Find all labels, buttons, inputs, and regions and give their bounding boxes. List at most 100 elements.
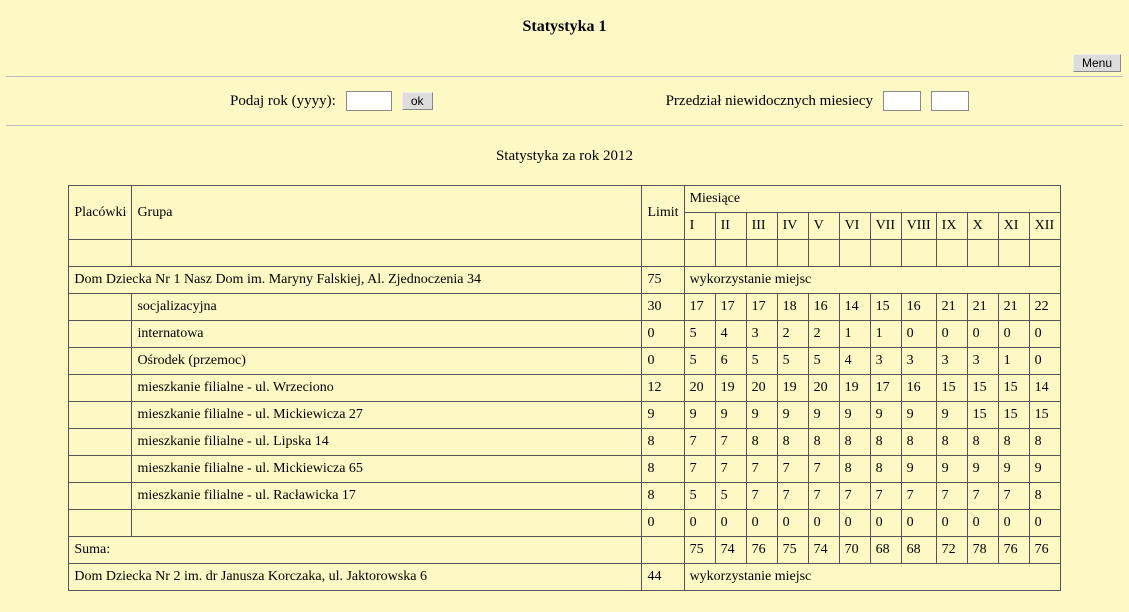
- cell-month: 8: [746, 429, 777, 456]
- table-row: mieszkanie filialne - ul. Lipska 1487788…: [69, 429, 1060, 456]
- cell-month: 0: [901, 321, 936, 348]
- cell-month: 2: [808, 321, 839, 348]
- usage-label: wykorzystanie miejsc: [684, 267, 1060, 294]
- cell-month: 17: [870, 375, 901, 402]
- table-row: internatowa0543221100000: [69, 321, 1060, 348]
- cell-month: 5: [684, 348, 715, 375]
- table-row: 0 0 0 0 0 0 0 0 0 0 0 0 0: [69, 510, 1060, 537]
- cell-month: 7: [715, 429, 746, 456]
- cell-limit: 8: [642, 429, 684, 456]
- cell-month: 8: [967, 429, 998, 456]
- range-from-input[interactable]: [883, 91, 921, 111]
- cell-month: 19: [715, 375, 746, 402]
- cell-grupa: mieszkanie filialne - ul. Lipska 14: [132, 429, 642, 456]
- table-row: mieszkanie filialne - ul. Mickiewicza 65…: [69, 456, 1060, 483]
- month-col: II: [715, 213, 746, 240]
- cell-month: 4: [715, 321, 746, 348]
- filter-form: Podaj rok (yyyy): ok Przedział niewidocz…: [0, 81, 1129, 121]
- range-to-input[interactable]: [931, 91, 969, 111]
- cell-month: 3: [967, 348, 998, 375]
- cell-month: 7: [998, 483, 1029, 510]
- cell-month: 18: [777, 294, 808, 321]
- cell-grupa: mieszkanie filialne - ul. Wrzeciono: [132, 375, 642, 402]
- cell-limit: 30: [642, 294, 684, 321]
- cell-month: 8: [998, 429, 1029, 456]
- cell-month: 7: [777, 483, 808, 510]
- cell-month: 14: [1029, 375, 1060, 402]
- cell-month: 5: [684, 483, 715, 510]
- cell-month: 14: [839, 294, 870, 321]
- cell-month: 0: [936, 321, 967, 348]
- cell-month: 9: [901, 456, 936, 483]
- cell-month: 9: [1029, 456, 1060, 483]
- cell-month: 15: [936, 375, 967, 402]
- cell-month: 8: [839, 456, 870, 483]
- col-placowki: Placówki: [69, 186, 132, 240]
- cell-month: 20: [684, 375, 715, 402]
- cell-month: 21: [967, 294, 998, 321]
- month-col: III: [746, 213, 777, 240]
- header-row: Placówki Grupa Limit Miesiące: [69, 186, 1060, 213]
- cell-month: 15: [998, 402, 1029, 429]
- cell-month: 9: [936, 402, 967, 429]
- cell-grupa: socjalizacyjna: [132, 294, 642, 321]
- cell-month: 7: [684, 429, 715, 456]
- cell-month: 8: [1029, 429, 1060, 456]
- col-miesiace: Miesiące: [684, 186, 1060, 213]
- cell-month: 1: [998, 348, 1029, 375]
- cell-month: 8: [901, 429, 936, 456]
- cell-month: 7: [746, 456, 777, 483]
- cell-month: 9: [777, 402, 808, 429]
- cell-month: 20: [808, 375, 839, 402]
- cell-month: 16: [808, 294, 839, 321]
- cell-month: 3: [870, 348, 901, 375]
- cell-month: 15: [870, 294, 901, 321]
- cell-month: 19: [777, 375, 808, 402]
- section-header: Dom Dziecka Nr 1 Nasz Dom im. Maryny Fal…: [69, 267, 1060, 294]
- cell-month: 8: [936, 429, 967, 456]
- cell-month: 17: [684, 294, 715, 321]
- cell-month: 9: [870, 402, 901, 429]
- table-row: mieszkanie filialne - ul. Mickiewicza 27…: [69, 402, 1060, 429]
- month-col: XI: [998, 213, 1029, 240]
- cell-month: 20: [746, 375, 777, 402]
- cell-month: 5: [777, 348, 808, 375]
- cell-month: 7: [870, 483, 901, 510]
- table-row: mieszkanie filialne - ul. Racławicka 178…: [69, 483, 1060, 510]
- cell-month: 7: [808, 483, 839, 510]
- cell-month: 9: [715, 402, 746, 429]
- cell-month: 21: [998, 294, 1029, 321]
- table-row: Ośrodek (przemoc)0565554333310: [69, 348, 1060, 375]
- cell-month: 8: [777, 429, 808, 456]
- cell-month: 19: [839, 375, 870, 402]
- col-limit: Limit: [642, 186, 684, 240]
- usage-label: wykorzystanie miejsc: [684, 564, 1060, 591]
- range-label: Przedział niewidocznych miesiecy: [666, 93, 873, 110]
- cell-month: 7: [936, 483, 967, 510]
- cell-month: 0: [1029, 348, 1060, 375]
- month-col: VII: [870, 213, 901, 240]
- cell-month: 9: [839, 402, 870, 429]
- cell-month: 8: [870, 456, 901, 483]
- cell-month: 3: [746, 321, 777, 348]
- cell-grupa: mieszkanie filialne - ul. Mickiewicza 27: [132, 402, 642, 429]
- cell-month: 0: [1029, 321, 1060, 348]
- section-name: Dom Dziecka Nr 2 im. dr Janusza Korczaka…: [69, 564, 642, 591]
- cell-month: 0: [967, 321, 998, 348]
- menu-button[interactable]: Menu: [1073, 54, 1121, 72]
- cell-month: 3: [901, 348, 936, 375]
- ok-button[interactable]: ok: [402, 92, 433, 110]
- cell-month: 7: [839, 483, 870, 510]
- cell-month: 2: [777, 321, 808, 348]
- cell-month: 15: [967, 375, 998, 402]
- year-input[interactable]: [346, 91, 392, 111]
- cell-month: 5: [746, 348, 777, 375]
- cell-month: 5: [808, 348, 839, 375]
- cell-limit: 9: [642, 402, 684, 429]
- cell-month: 16: [901, 294, 936, 321]
- sum-row: Suma: 75 74 76 75 74 70 68 68 72 78 76 7…: [69, 537, 1060, 564]
- cell-limit: 8: [642, 483, 684, 510]
- stats-table: Placówki Grupa Limit Miesiące I II III I…: [68, 185, 1060, 591]
- cell-month: 7: [684, 456, 715, 483]
- subtitle: Statystyka za rok 2012: [0, 148, 1129, 165]
